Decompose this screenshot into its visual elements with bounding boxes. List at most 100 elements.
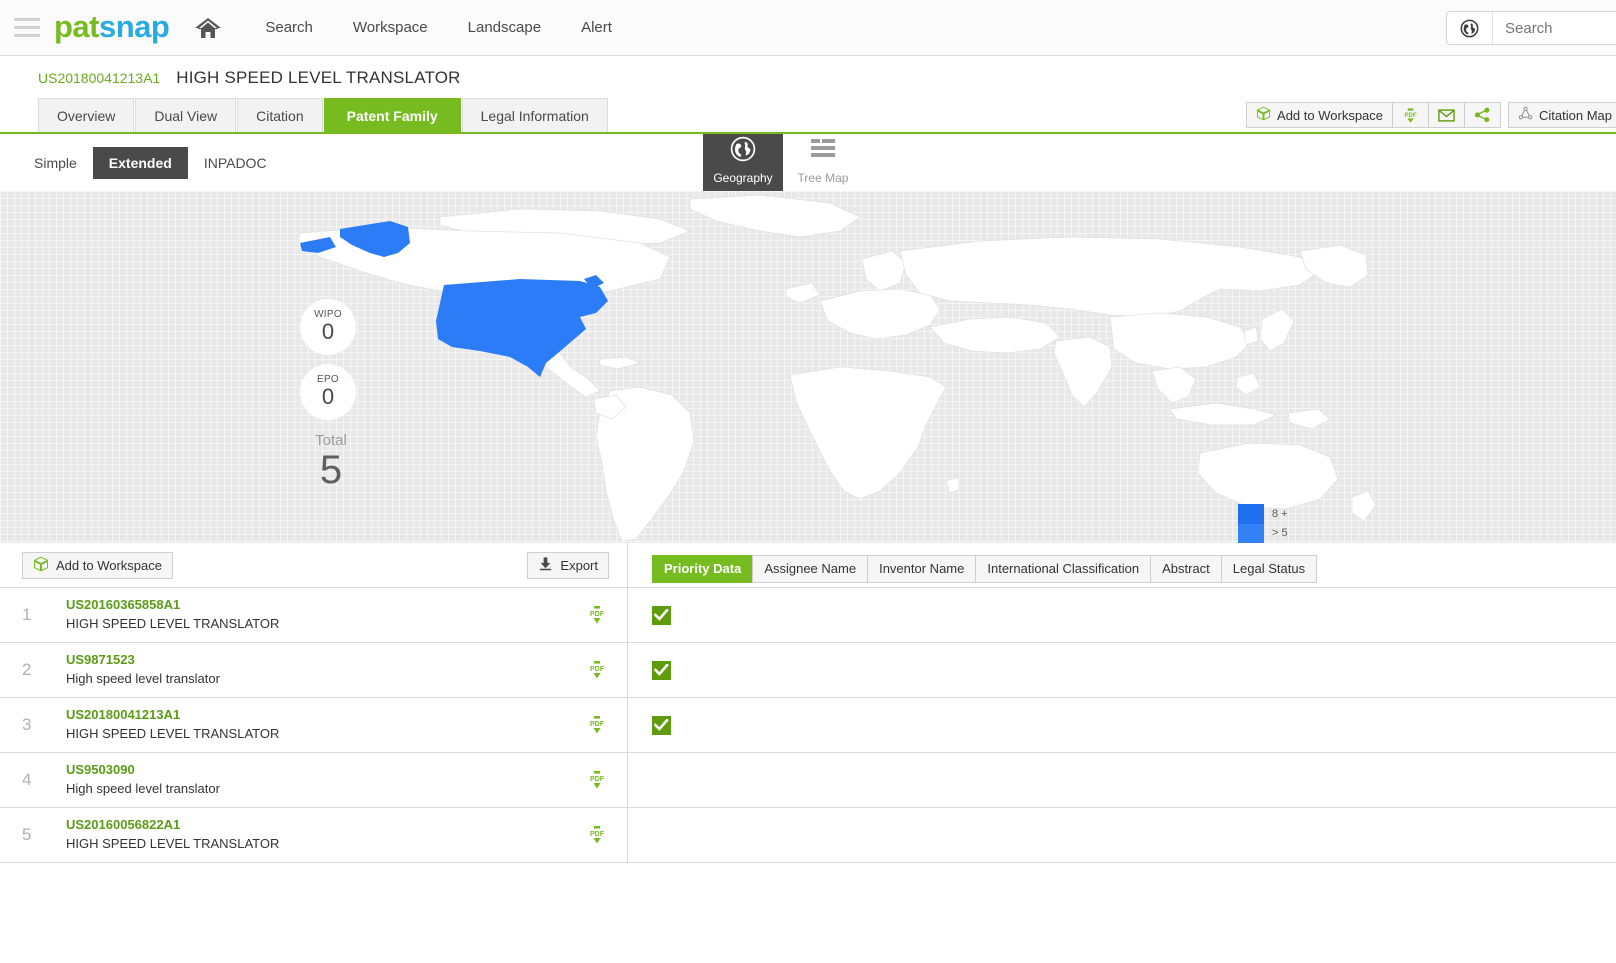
family-content: Add to Workspace Export 1 US20160365858A… xyxy=(0,543,1616,863)
pdf-download-icon[interactable]: PDF xyxy=(583,825,611,845)
patent-list-panel: Add to Workspace Export 1 US20160365858A… xyxy=(0,543,628,863)
svg-text:PDF: PDF xyxy=(590,611,605,618)
globe-icon[interactable] xyxy=(1447,12,1493,44)
add-to-workspace-button[interactable]: Add to Workspace xyxy=(1246,102,1394,128)
table-row[interactable]: 1 US20160365858A1 HIGH SPEED LEVEL TRANS… xyxy=(0,588,627,643)
hamburger-icon[interactable] xyxy=(14,18,40,37)
subtab-extended[interactable]: Extended xyxy=(92,146,188,179)
patent-id-link[interactable]: US20180041213A1 xyxy=(38,70,160,86)
home-icon[interactable] xyxy=(193,15,223,41)
pdf-download-icon[interactable]: PDF xyxy=(583,715,611,735)
box-icon xyxy=(33,556,49,575)
add-to-workspace-label: Add to Workspace xyxy=(1277,107,1384,123)
data-tab-international-classification[interactable]: International Classification xyxy=(975,555,1152,583)
table-row[interactable]: 4 US9503090 High speed level translator … xyxy=(0,753,627,808)
row-patent-title: High speed level translator xyxy=(66,781,220,796)
data-tab-inventor-name[interactable]: Inventor Name xyxy=(867,555,977,583)
patsnap-logo[interactable]: patsnap xyxy=(54,8,170,45)
pdf-download-icon[interactable]: PDF xyxy=(583,660,611,680)
legend-swatch xyxy=(1238,523,1264,543)
patent-header: US20180041213A1 HIGH SPEED LEVEL TRANSLA… xyxy=(0,56,1616,92)
data-tab-priority-data[interactable]: Priority Data xyxy=(652,555,754,583)
email-icon[interactable] xyxy=(1428,102,1466,128)
treemap-icon xyxy=(809,136,837,167)
map-korea xyxy=(1243,326,1259,346)
view-mode-tree-map[interactable]: Tree Map xyxy=(783,134,863,191)
tab-overview[interactable]: Overview xyxy=(38,97,135,132)
tab-citation[interactable]: Citation xyxy=(237,97,323,132)
data-tab-assignee-name[interactable]: Assignee Name xyxy=(752,555,869,583)
row-patent-title: High speed level translator xyxy=(66,671,220,686)
pdf-download-icon[interactable]: PDF xyxy=(1392,102,1430,128)
page-title: HIGH SPEED LEVEL TRANSLATOR xyxy=(176,68,461,87)
world-map-svg xyxy=(297,194,1377,542)
row-info: US9503090 High speed level translator xyxy=(66,761,583,799)
map-europe xyxy=(819,288,941,340)
share-icon[interactable] xyxy=(1464,102,1502,128)
row-patent-title: HIGH SPEED LEVEL TRANSLATOR xyxy=(66,616,280,631)
nav-links: Search Workspace Landscape Alert xyxy=(245,19,632,36)
export-label: Export xyxy=(560,557,598,573)
table-row[interactable]: 2 US9871523 High speed level translator … xyxy=(0,643,627,698)
pdf-download-icon[interactable]: PDF xyxy=(583,605,611,625)
list-add-to-workspace-button[interactable]: Add to Workspace xyxy=(22,551,173,579)
export-button[interactable]: Export xyxy=(527,551,609,579)
view-mode-geography[interactable]: Geography xyxy=(703,134,783,191)
pdf-download-icon[interactable]: PDF xyxy=(583,770,611,790)
nav-link-workspace[interactable]: Workspace xyxy=(333,19,448,36)
map-indonesia xyxy=(1169,402,1278,426)
table-row[interactable]: 5 US20160056822A1 HIGH SPEED LEVEL TRANS… xyxy=(0,808,627,863)
table-row[interactable]: 3 US20180041213A1 HIGH SPEED LEVEL TRANS… xyxy=(0,698,627,753)
map-china xyxy=(1109,312,1251,370)
legend-label: > 5 xyxy=(1272,527,1288,540)
row-patent-id-link[interactable]: US20180041213A1 xyxy=(66,706,583,725)
subtab-simple[interactable]: Simple xyxy=(18,147,93,179)
map-middle-east xyxy=(929,316,1061,354)
svg-text:PDF: PDF xyxy=(1404,112,1416,118)
tab-dual-view[interactable]: Dual View xyxy=(135,97,237,132)
data-tab-legal-status[interactable]: Legal Status xyxy=(1220,555,1318,583)
map-russia xyxy=(899,236,1321,318)
citation-map-button[interactable]: Citation Map xyxy=(1508,102,1616,128)
detail-row xyxy=(628,698,1616,753)
data-tab-abstract[interactable]: Abstract xyxy=(1150,555,1222,583)
main-tab-bar: Overview Dual View Citation Patent Famil… xyxy=(0,97,1616,134)
row-patent-id-link[interactable]: US9871523 xyxy=(66,651,583,670)
map-africa xyxy=(789,366,947,500)
nav-link-alert[interactable]: Alert xyxy=(561,19,632,36)
map-japan xyxy=(1259,308,1295,352)
nav-link-search[interactable]: Search xyxy=(245,19,333,36)
logo-text-pat: pat xyxy=(54,8,100,44)
citation-map-label: Citation Map xyxy=(1539,107,1612,123)
subtab-inpadoc[interactable]: INPADOC xyxy=(188,147,283,179)
tab-legal-information[interactable]: Legal Information xyxy=(461,97,608,132)
row-info: US9871523 High speed level translator xyxy=(66,651,583,689)
detail-row xyxy=(628,808,1616,863)
row-patent-id-link[interactable]: US20160056822A1 xyxy=(66,816,583,835)
map-australia xyxy=(1197,442,1339,510)
row-patent-id-link[interactable]: US20160365858A1 xyxy=(66,596,583,615)
action-button-group: Add to Workspace PDF xyxy=(1246,102,1502,128)
search-input[interactable] xyxy=(1493,13,1616,43)
map-scandinavia xyxy=(861,250,907,292)
nav-link-landscape[interactable]: Landscape xyxy=(448,19,561,36)
tab-patent-family[interactable]: Patent Family xyxy=(323,97,461,132)
geography-map[interactable]: WIPO 0 EPO 0 Total 5 8 + > 5 > 3 2 1 xyxy=(0,191,1616,543)
map-indochina xyxy=(1151,366,1197,404)
legend-swatch xyxy=(1238,504,1264,524)
svg-text:PDF: PDF xyxy=(590,666,605,673)
row-info: US20160365858A1 HIGH SPEED LEVEL TRANSLA… xyxy=(66,596,583,634)
global-search-box xyxy=(1446,11,1616,45)
svg-text:PDF: PDF xyxy=(590,831,605,838)
map-cuba xyxy=(599,356,642,370)
detail-row xyxy=(628,588,1616,643)
header-tool-buttons: Add to Workspace PDF Citation Map xyxy=(1246,102,1616,128)
row-info: US20180041213A1 HIGH SPEED LEVEL TRANSLA… xyxy=(66,706,583,744)
row-patent-id-link[interactable]: US9503090 xyxy=(66,761,583,780)
counter-epo: EPO 0 xyxy=(300,364,356,420)
check-icon xyxy=(652,715,671,735)
map-greenland xyxy=(689,194,861,238)
legend-item: 8 + xyxy=(1238,504,1288,524)
map-far-east xyxy=(1299,244,1369,288)
box-icon xyxy=(1256,106,1271,124)
